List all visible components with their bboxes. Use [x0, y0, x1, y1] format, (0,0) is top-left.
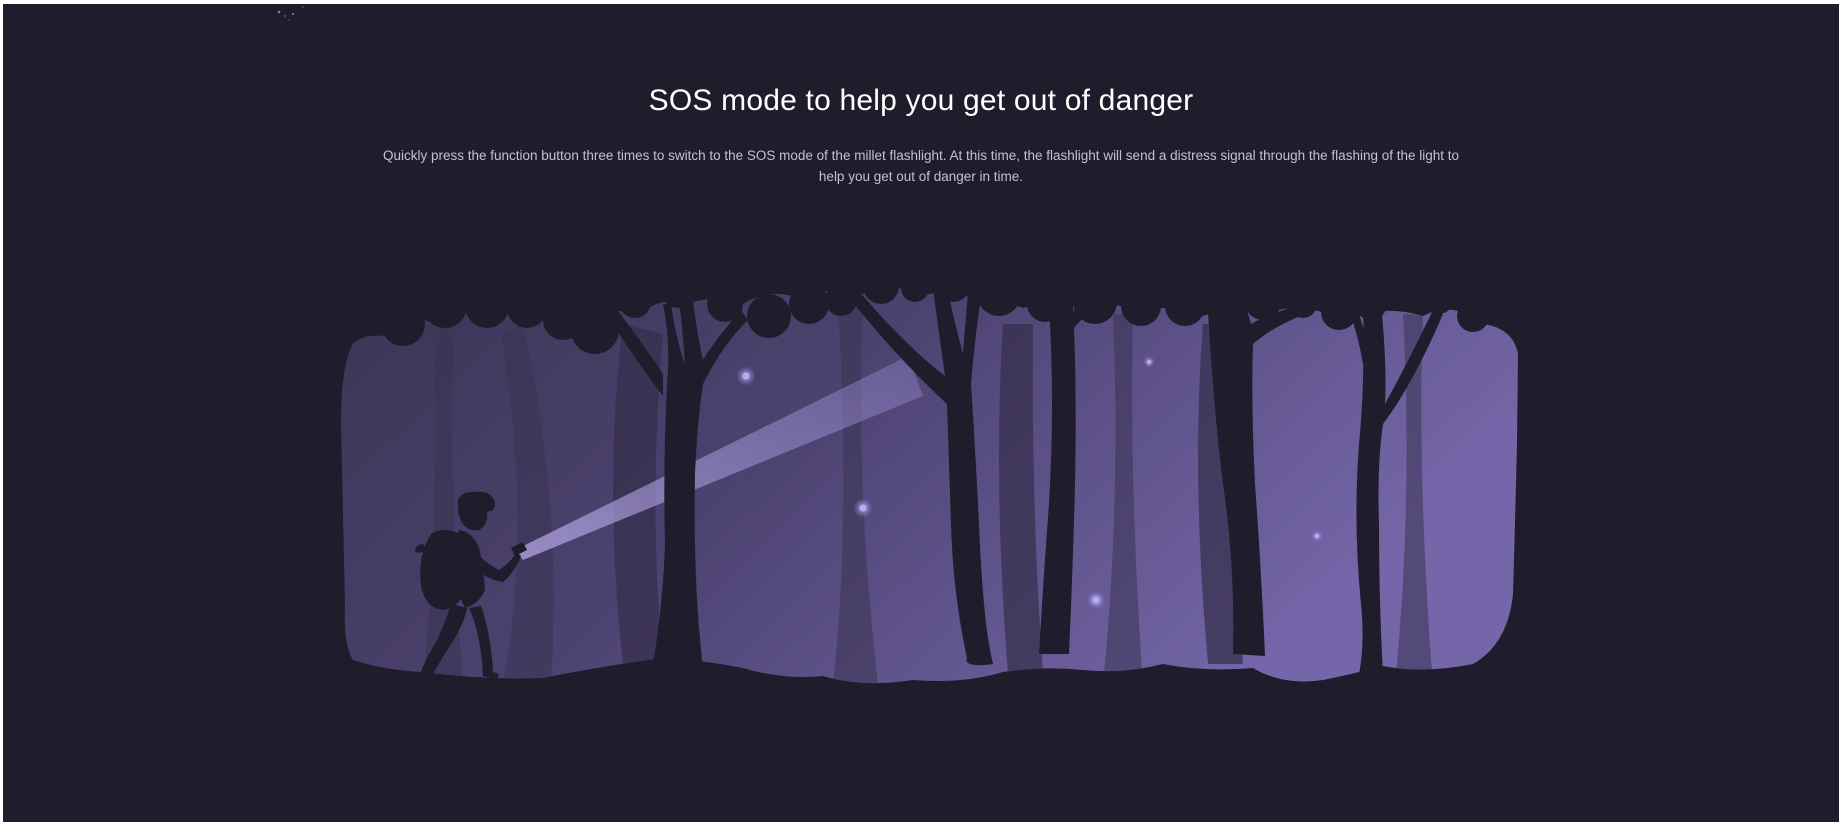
- forest-illustration: [341, 266, 1518, 684]
- sos-section: SOS mode to help you get out of danger Q…: [3, 4, 1839, 822]
